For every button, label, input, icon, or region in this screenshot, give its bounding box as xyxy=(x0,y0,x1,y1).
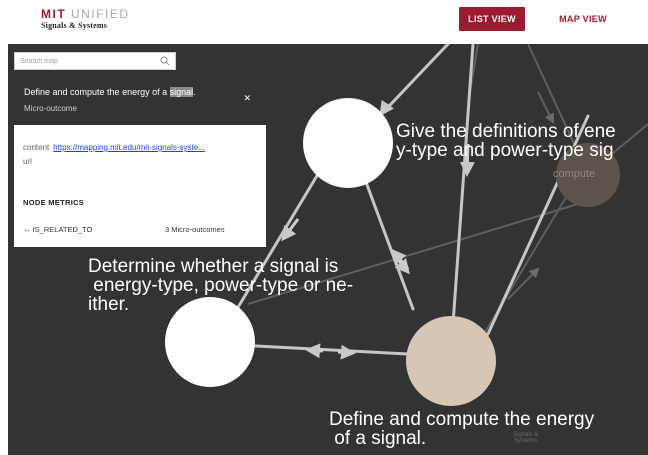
edge-arrow xyxy=(337,344,356,360)
node-type: Micro-outcome xyxy=(24,104,77,113)
node-info-panel: content https://mapping.mit.edu/mit-signa… xyxy=(14,125,266,247)
node-definitions-label: Give the definitions of ene y-type and p… xyxy=(396,121,616,161)
node-metrics-title: NODE METRICS xyxy=(23,198,85,207)
faded-arrow xyxy=(537,91,554,124)
node-define-label: Define and compute the energy of a signa… xyxy=(329,409,595,449)
metric-relation-value[interactable]: 3 Micro-outcomes xyxy=(165,225,225,234)
app-header: MIT UNIFIED Signals & Systems LIST VIEW … xyxy=(0,0,648,44)
search-icon[interactable] xyxy=(160,56,170,66)
search-input[interactable] xyxy=(15,53,160,69)
node-title: Define and compute the energy of a signa… xyxy=(24,87,196,97)
content-row: content https://mapping.mit.edu/mit-signa… xyxy=(23,143,205,152)
close-icon[interactable]: ✕ xyxy=(243,93,251,104)
faded-node-label: compute xyxy=(553,168,596,180)
content-label: content xyxy=(23,143,50,152)
metric-relation: ↔ IS_RELATED_TO xyxy=(23,225,92,234)
node-define-energy-selected[interactable] xyxy=(406,316,496,406)
edge xyxy=(254,344,410,356)
node-definitions[interactable] xyxy=(303,98,393,188)
metric-relation-name: IS_RELATED_TO xyxy=(32,225,93,234)
node-determine-label: Determine whether a signal is energy-typ… xyxy=(88,256,354,315)
url-label: url xyxy=(23,157,32,166)
edge xyxy=(361,172,415,311)
logo-subtitle: Signals & Systems xyxy=(41,21,108,30)
node-title-suffix: . xyxy=(193,87,196,97)
faded-edge xyxy=(477,193,569,345)
edge xyxy=(451,44,475,326)
mit-unified-logo[interactable]: MIT UNIFIED Signals & Systems xyxy=(41,8,130,30)
search-box xyxy=(14,52,176,70)
logo-unified-text: UNIFIED xyxy=(71,7,130,21)
edge-arrow xyxy=(305,343,324,359)
node-title-highlight: signal xyxy=(169,87,194,97)
list-view-button[interactable]: LIST VIEW xyxy=(459,7,525,31)
logo-mit-text: MIT xyxy=(41,7,67,21)
map-view-button[interactable]: MAP VIEW xyxy=(548,7,618,31)
node-info-header: Define and compute the energy of a signa… xyxy=(14,80,266,125)
content-link[interactable]: https://mapping.mit.edu/mit-signals-syst… xyxy=(53,143,205,152)
node-title-prefix: Define and compute the energy of a xyxy=(24,87,170,97)
bidirectional-arrow-icon: ↔ xyxy=(23,225,31,234)
